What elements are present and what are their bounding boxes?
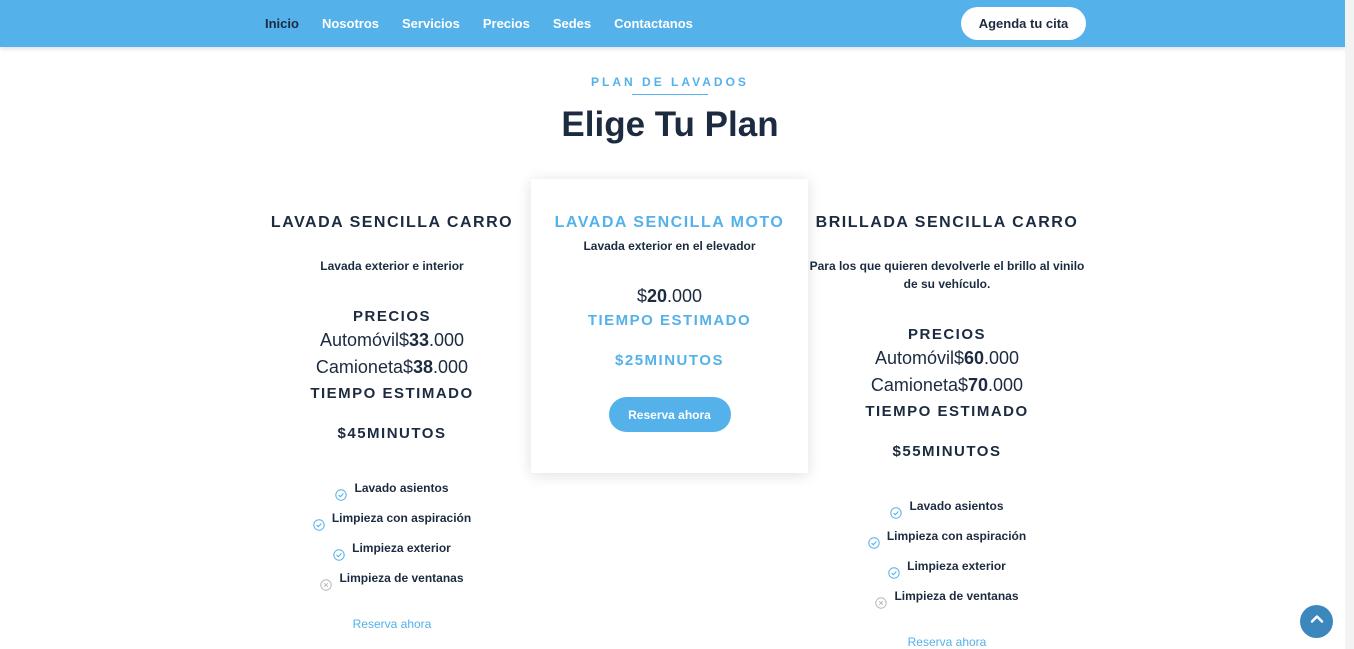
check-circle-icon (888, 560, 900, 579)
chevron-up-icon (1309, 611, 1325, 632)
price-camioneta: Camioneta$70.000 (870, 375, 1024, 395)
plan-title: LAVADA SENCILLA MOTO (554, 214, 785, 231)
x-circle-icon (875, 590, 888, 609)
time-label: TIEMPO ESTIMADO (310, 385, 474, 402)
time-value: $45MINUTOS (337, 425, 447, 442)
nav-link-servicios[interactable]: Servicios (402, 16, 460, 31)
check-circle-icon (333, 542, 345, 561)
time-label: TIEMPO ESTIMADO (865, 403, 1029, 420)
agenda-cita-button[interactable]: Agenda tu cita (961, 7, 1086, 40)
x-circle-icon (320, 572, 333, 591)
nav-links: Inicio Nosotros Servicios Precios Sedes … (265, 0, 693, 47)
feature-list: Lavado asientos Limpieza con aspiración … (808, 491, 1086, 611)
reserve-link[interactable]: Reserva ahora (808, 635, 1086, 649)
feature-item: Limpieza con aspiración (262, 503, 522, 533)
reserve-button[interactable]: Reserva ahora (608, 397, 731, 432)
price-camioneta: Camioneta$38.000 (315, 357, 469, 377)
feature-item: Lavado asientos (262, 473, 522, 503)
plan-description: Para los que quieren devolverle el brill… (809, 259, 1085, 291)
scroll-top-button[interactable] (1300, 605, 1333, 638)
nav-link-nosotros[interactable]: Nosotros (322, 16, 379, 31)
check-circle-icon (890, 500, 903, 519)
plan-description: Lavada exterior e interior (320, 259, 464, 273)
plan-card-brillada-carro: BRILLADA SENCILLA CARRO Para los que qui… (808, 210, 1086, 649)
plan-description: Lavada exterior en el elevador (583, 239, 756, 253)
section-eyebrow: PLAN DE LAVADOS (591, 75, 749, 89)
feature-item: Limpieza de ventanas (262, 563, 522, 593)
scrollbar-track[interactable] (1345, 0, 1354, 649)
feature-item: Limpieza con aspiración (808, 521, 1086, 551)
nav-link-sedes[interactable]: Sedes (553, 16, 591, 31)
check-circle-icon (313, 512, 325, 531)
plan-card-lavada-moto: LAVADA SENCILLA MOTO Lavada exterior en … (531, 179, 808, 473)
feature-item: Lavado asientos (808, 491, 1086, 521)
navbar: Inicio Nosotros Servicios Precios Sedes … (0, 0, 1345, 47)
eyebrow-divider (632, 94, 708, 95)
check-circle-icon (335, 482, 348, 501)
plan-title: LAVADA SENCILLA CARRO (270, 214, 514, 231)
feature-item: Limpieza exterior (262, 533, 522, 563)
time-label: TIEMPO ESTIMADO (587, 312, 752, 329)
price-automovil: Automóvil$33.000 (319, 330, 465, 350)
feature-item: Limpieza de ventanas (808, 581, 1086, 611)
section-title: Elige Tu Plan (561, 105, 779, 144)
check-circle-icon (868, 530, 880, 549)
price-automovil: Automóvil$60.000 (874, 348, 1020, 368)
prices-label: PRECIOS (907, 326, 986, 343)
reserve-link[interactable]: Reserva ahora (262, 617, 522, 631)
time-value: $25MINUTOS (615, 352, 724, 369)
prices-label: PRECIOS (352, 308, 431, 325)
nav-link-contactanos[interactable]: Contactanos (614, 16, 693, 31)
feature-list: Lavado asientos Limpieza con aspiración … (262, 473, 522, 593)
time-value: $55MINUTOS (892, 443, 1002, 460)
nav-link-inicio[interactable]: Inicio (265, 16, 299, 31)
plan-card-lavada-carro: LAVADA SENCILLA CARRO Lavada exterior e … (262, 210, 522, 631)
feature-item: Limpieza exterior (808, 551, 1086, 581)
nav-link-precios[interactable]: Precios (483, 16, 530, 31)
price-moto: $20.000 (636, 286, 703, 306)
plan-title: BRILLADA SENCILLA CARRO (815, 214, 1079, 231)
